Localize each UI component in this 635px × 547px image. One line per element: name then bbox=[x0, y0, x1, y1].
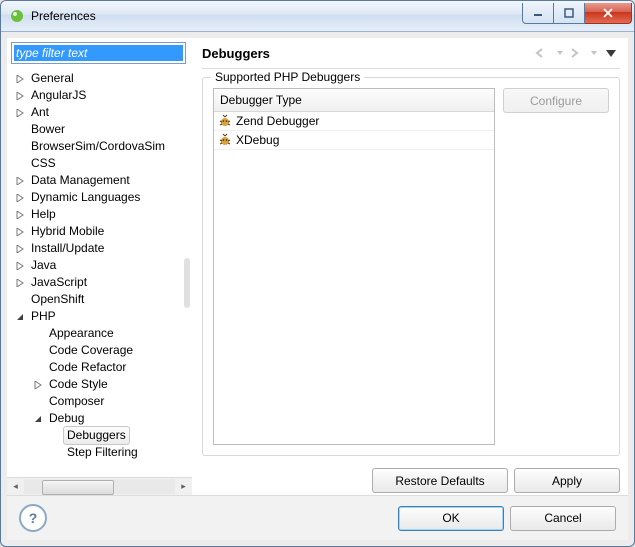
tree-item[interactable]: BrowserSim/CordovaSim bbox=[11, 138, 192, 155]
tree-item[interactable]: Appearance bbox=[11, 325, 192, 342]
close-button[interactable] bbox=[585, 3, 632, 24]
column-header[interactable]: Debugger Type bbox=[214, 89, 494, 112]
preferences-tree[interactable]: GeneralAngularJSAntBowerBrowserSim/Cordo… bbox=[7, 68, 192, 477]
supported-debuggers-group: Supported PHP Debuggers Debugger Type Ze… bbox=[202, 77, 620, 456]
arrow-open-icon[interactable] bbox=[13, 313, 27, 321]
arrow-closed-icon[interactable] bbox=[13, 177, 27, 185]
debugger-name: Zend Debugger bbox=[236, 114, 319, 128]
right-panel: Debuggers bbox=[192, 38, 628, 495]
arrow-closed-icon[interactable] bbox=[31, 381, 45, 389]
horizontal-scrollbar[interactable]: ◂ ▸ bbox=[7, 477, 192, 495]
tree-item[interactable]: Debug bbox=[11, 410, 192, 427]
tree-item[interactable]: Bower bbox=[11, 121, 192, 138]
preferences-dialog: Preferences GeneralAngularJSAntBowerBrow… bbox=[0, 0, 635, 547]
app-icon bbox=[9, 8, 25, 24]
tree-item[interactable]: Hybrid Mobile bbox=[11, 223, 192, 240]
tree-item[interactable]: PHP bbox=[11, 308, 192, 325]
title-bar: Preferences bbox=[1, 1, 634, 32]
debugger-icon bbox=[218, 114, 232, 128]
arrow-closed-icon[interactable] bbox=[13, 279, 27, 287]
filter-input[interactable] bbox=[14, 45, 183, 61]
tree-item[interactable]: Data Management bbox=[11, 172, 192, 189]
arrow-closed-icon[interactable] bbox=[13, 228, 27, 236]
chevron-down-icon[interactable] bbox=[556, 45, 564, 61]
arrow-closed-icon[interactable] bbox=[13, 262, 27, 270]
arrow-closed-icon[interactable] bbox=[13, 245, 27, 253]
tree-item[interactable]: General bbox=[11, 70, 192, 87]
scroll-indicator bbox=[184, 258, 190, 308]
menu-icon[interactable] bbox=[602, 45, 620, 61]
minimize-button[interactable] bbox=[522, 3, 554, 24]
tree-item[interactable]: Code Style bbox=[11, 376, 192, 393]
configure-button[interactable]: Configure bbox=[503, 88, 609, 113]
forward-icon[interactable] bbox=[568, 45, 586, 61]
arrow-closed-icon[interactable] bbox=[13, 92, 27, 100]
list-item[interactable]: Zend Debugger bbox=[214, 112, 494, 131]
filter-box bbox=[11, 42, 186, 64]
tree-item[interactable]: Ant bbox=[11, 104, 192, 121]
tree-item[interactable]: OpenShift bbox=[11, 291, 192, 308]
maximize-button[interactable] bbox=[554, 3, 585, 24]
tree-item[interactable]: Code Refactor bbox=[11, 359, 192, 376]
content-area: GeneralAngularJSAntBowerBrowserSim/Cordo… bbox=[7, 38, 628, 495]
scroll-left-icon[interactable]: ◂ bbox=[7, 478, 24, 495]
ok-button[interactable]: OK bbox=[398, 506, 504, 531]
arrow-closed-icon[interactable] bbox=[13, 194, 27, 202]
arrow-closed-icon[interactable] bbox=[13, 211, 27, 219]
tree-item[interactable]: Help bbox=[11, 206, 192, 223]
cancel-button[interactable]: Cancel bbox=[510, 506, 616, 531]
back-icon[interactable] bbox=[534, 45, 552, 61]
tree-item[interactable]: Step Filtering bbox=[11, 444, 192, 461]
tree-item[interactable]: Debuggers bbox=[11, 427, 192, 444]
window-title: Preferences bbox=[31, 9, 522, 23]
restore-defaults-button[interactable]: Restore Defaults bbox=[372, 468, 508, 493]
apply-button[interactable]: Apply bbox=[514, 468, 620, 493]
scroll-thumb[interactable] bbox=[42, 480, 114, 495]
tree-item[interactable]: Code Coverage bbox=[11, 342, 192, 359]
debugger-list[interactable]: Debugger Type Zend Debugger XDebug bbox=[213, 88, 495, 445]
arrow-open-icon[interactable] bbox=[31, 415, 45, 423]
tree-wrap: GeneralAngularJSAntBowerBrowserSim/Cordo… bbox=[7, 68, 192, 495]
debugger-name: XDebug bbox=[236, 133, 279, 147]
scroll-right-icon[interactable]: ▸ bbox=[175, 478, 192, 495]
left-panel: GeneralAngularJSAntBowerBrowserSim/Cordo… bbox=[7, 38, 192, 495]
tree-item[interactable]: CSS bbox=[11, 155, 192, 172]
list-item[interactable]: XDebug bbox=[214, 131, 494, 150]
tree-item[interactable]: Dynamic Languages bbox=[11, 189, 192, 206]
arrow-closed-icon[interactable] bbox=[13, 75, 27, 83]
page-header: Debuggers bbox=[202, 38, 620, 69]
dialog-footer: ? OK Cancel bbox=[7, 495, 628, 540]
tree-item[interactable]: Install/Update bbox=[11, 240, 192, 257]
tree-item[interactable]: AngularJS bbox=[11, 87, 192, 104]
tree-item-label: Step Filtering bbox=[63, 443, 142, 462]
side-buttons: Configure bbox=[503, 88, 609, 445]
column-header-label: Debugger Type bbox=[220, 93, 302, 107]
page-buttons: Restore Defaults Apply bbox=[202, 462, 620, 495]
debugger-icon bbox=[218, 133, 232, 147]
tree-item[interactable]: JavaScript bbox=[11, 274, 192, 291]
tree-item[interactable]: Java bbox=[11, 257, 192, 274]
help-icon[interactable]: ? bbox=[19, 504, 47, 532]
page-title: Debuggers bbox=[202, 46, 534, 61]
chevron-down-icon[interactable] bbox=[590, 45, 598, 61]
arrow-closed-icon[interactable] bbox=[13, 109, 27, 117]
nav-toolbar bbox=[534, 45, 620, 61]
group-legend: Supported PHP Debuggers bbox=[211, 70, 364, 84]
window-buttons bbox=[522, 3, 632, 23]
tree-item[interactable]: Composer bbox=[11, 393, 192, 410]
scroll-track[interactable] bbox=[24, 479, 175, 494]
